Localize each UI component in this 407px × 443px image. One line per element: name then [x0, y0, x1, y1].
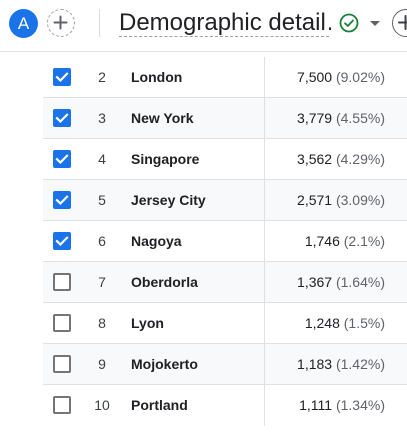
checkmark-icon: [55, 154, 69, 165]
metric-value: 1,746: [304, 233, 340, 249]
metric-percent: (1.64%): [335, 274, 385, 290]
table-row: 10 Portland 1,111 (1.34%): [43, 385, 407, 426]
metric-percent: (4.55%): [335, 110, 385, 126]
plus-icon: [398, 15, 407, 30]
metric-cell: 3,779 (4.55%): [297, 98, 385, 139]
row-checkbox[interactable]: [53, 314, 71, 332]
table-row: 3 New York 3,779 (4.55%): [43, 98, 407, 139]
metric-percent: (1.5%): [343, 315, 385, 331]
column-divider: [264, 221, 265, 261]
row-rank: 4: [98, 151, 106, 167]
city-table: 2 London 7,500 (9.02%) 3 New York 3,779 (4.55…: [43, 57, 407, 426]
table-row: 2 London 7,500 (9.02%): [43, 57, 407, 98]
column-divider: [264, 98, 265, 138]
metric-value: 7,500: [297, 69, 333, 85]
metric-cell: 1,367 (1.64%): [297, 262, 385, 303]
row-rank: 7: [98, 274, 106, 290]
caret-down-icon: [370, 21, 380, 26]
table-row: 5 Jersey City 2,571 (3.09%): [43, 180, 407, 221]
column-divider: [264, 180, 265, 220]
report-title[interactable]: Demographic detail…: [119, 9, 331, 37]
metric-cell: 2,571 (3.09%): [297, 180, 385, 221]
checkmark-icon: [55, 195, 69, 206]
column-divider: [264, 57, 265, 97]
row-checkbox[interactable]: [53, 396, 71, 414]
metric-value: 1,367: [297, 274, 333, 290]
row-checkbox[interactable]: [53, 355, 71, 373]
checkmark-icon: [55, 236, 69, 247]
row-rank: 10: [94, 397, 110, 413]
row-rank: 9: [98, 356, 106, 372]
metric-cell: 1,183 (1.42%): [297, 344, 385, 385]
metric-percent: (2.1%): [343, 233, 385, 249]
metric-value: 2,571: [297, 192, 333, 208]
row-rank: 2: [98, 69, 106, 85]
metric-cell: 1,746 (2.1%): [305, 221, 385, 262]
column-divider: [264, 139, 265, 179]
row-rank: 5: [98, 192, 106, 208]
plus-icon: [53, 15, 68, 30]
table-row: 8 Lyon 1,248 (1.5%): [43, 303, 407, 344]
report-status-button[interactable]: [339, 13, 385, 33]
metric-cell: 1,111 (1.34%): [299, 385, 385, 426]
checkmark-icon: [55, 113, 69, 124]
row-rank: 3: [98, 110, 106, 126]
row-rank: 6: [98, 233, 106, 249]
add-card-button[interactable]: [392, 9, 407, 37]
city-name: Mojokerto: [131, 356, 198, 372]
row-checkbox[interactable]: [53, 232, 71, 250]
metric-value: 1,248: [304, 315, 340, 331]
table-row: 7 Oberdorla 1,367 (1.64%): [43, 262, 407, 303]
city-name: London: [131, 69, 183, 85]
city-name: Jersey City: [131, 192, 206, 208]
city-name: Oberdorla: [131, 274, 198, 290]
row-checkbox[interactable]: [53, 109, 71, 127]
checkmark-icon: [55, 72, 69, 83]
table-row: 4 Singapore 3,562 (4.29%): [43, 139, 407, 180]
city-name: Lyon: [131, 315, 164, 331]
row-checkbox[interactable]: [53, 150, 71, 168]
metric-percent: (1.42%): [335, 356, 385, 372]
row-checkbox[interactable]: [53, 68, 71, 86]
metric-value: 1,183: [297, 356, 333, 372]
column-divider: [264, 303, 265, 343]
row-rank: 8: [98, 315, 106, 331]
metric-value: 1,111: [299, 397, 333, 413]
metric-cell: 7,500 (9.02%): [297, 57, 385, 98]
table-row: 6 Nagoya 1,746 (2.1%): [43, 221, 407, 262]
metric-value: 3,562: [297, 151, 333, 167]
metric-percent: (4.29%): [335, 151, 385, 167]
add-comparison-button[interactable]: [47, 9, 75, 37]
metric-percent: (1.34%): [335, 397, 385, 413]
row-checkbox[interactable]: [53, 191, 71, 209]
metric-percent: (3.09%): [335, 192, 385, 208]
header-divider: [99, 9, 100, 37]
table-row: 9 Mojokerto 1,183 (1.42%): [43, 344, 407, 385]
row-checkbox[interactable]: [53, 273, 71, 291]
metric-percent: (9.02%): [335, 69, 385, 85]
report-header: A Demographic detail…: [0, 0, 407, 52]
metric-cell: 1,248 (1.5%): [305, 303, 385, 344]
city-name: Portland: [131, 397, 188, 413]
city-name: New York: [131, 110, 194, 126]
city-name: Singapore: [131, 151, 200, 167]
column-divider: [264, 385, 265, 426]
column-divider: [264, 262, 265, 302]
city-name: Nagoya: [131, 233, 182, 249]
check-circle-icon: [339, 13, 359, 33]
metric-value: 3,779: [297, 110, 333, 126]
column-divider: [264, 344, 265, 384]
title-underline: [119, 36, 329, 37]
metric-cell: 3,562 (4.29%): [297, 139, 385, 180]
segment-avatar[interactable]: A: [9, 9, 38, 38]
